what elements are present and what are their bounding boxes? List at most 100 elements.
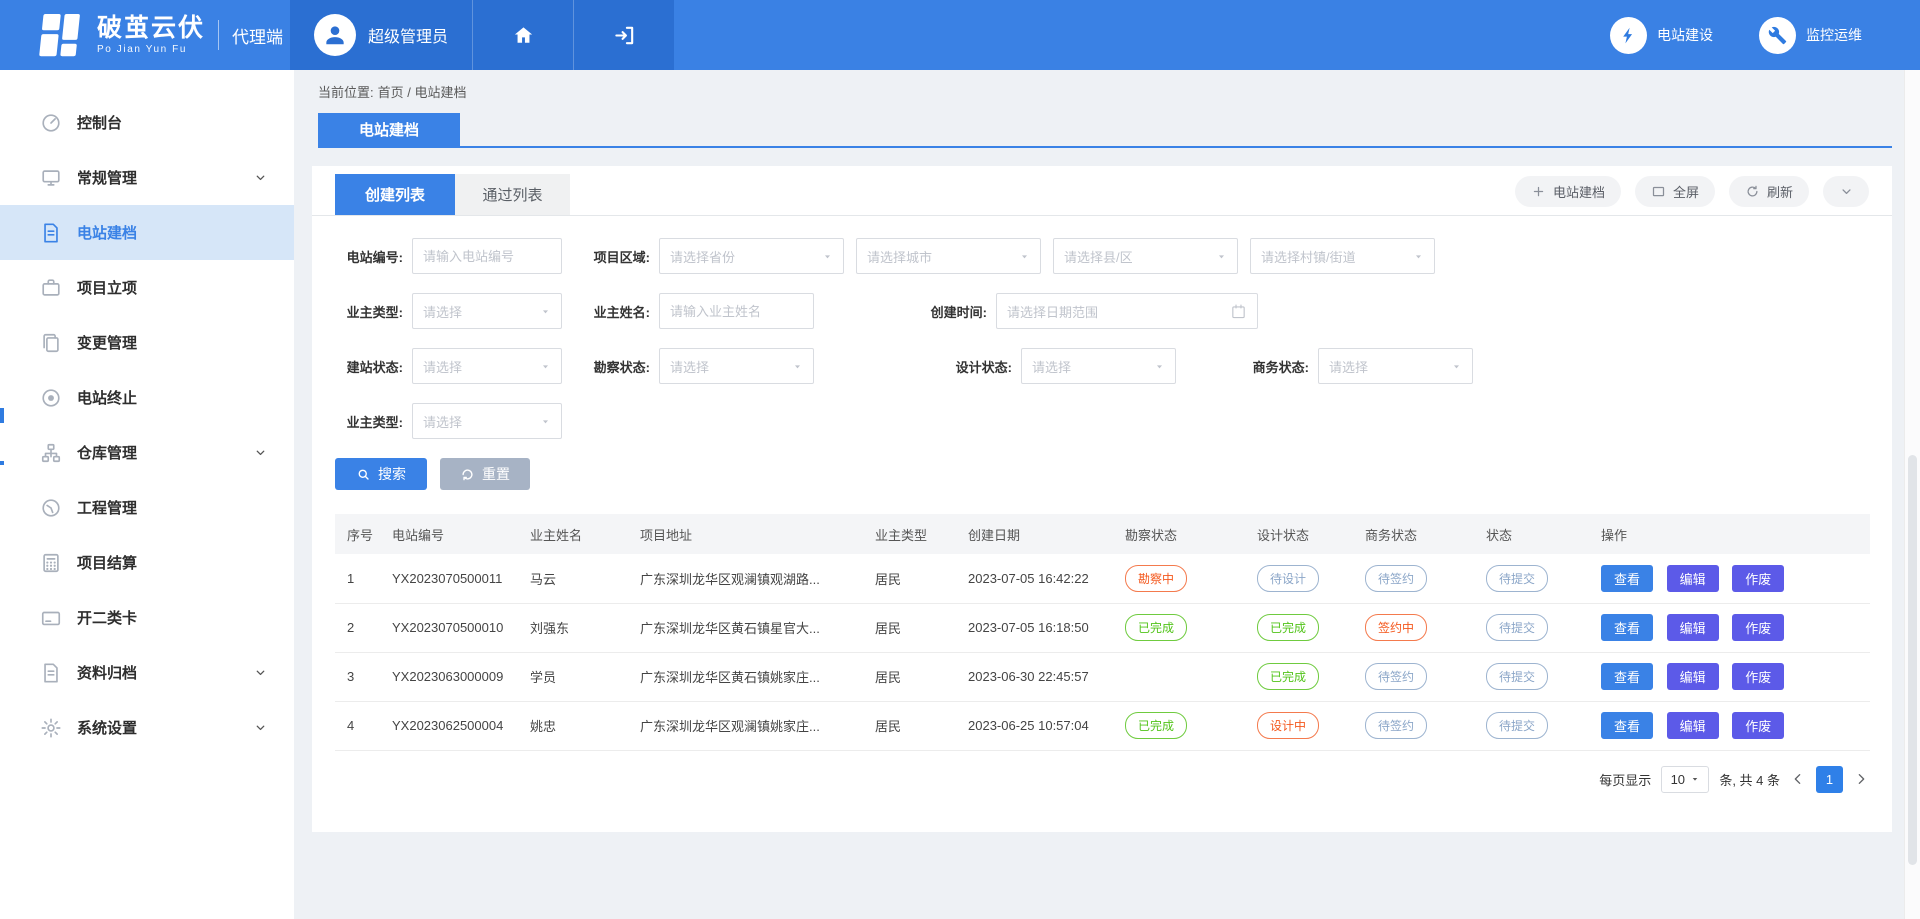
refresh-button[interactable]: 刷新 [1729,176,1809,207]
status-badge: 待设计 [1257,565,1319,592]
document-icon [40,222,62,244]
col-created: 创建日期 [956,514,1113,554]
sidebar-item-change-mgmt[interactable]: 变更管理 [0,315,294,370]
prev-page-button[interactable] [1790,771,1806,787]
caret-down-icon [1154,361,1165,372]
chevron-down-icon [254,666,267,679]
sidebar-item-system-settings[interactable]: 系统设置 [0,700,294,755]
void-button[interactable]: 作废 [1732,712,1784,739]
panel-tab-bar: 创建列表 通过列表 电站建档 全屏 刷新 [312,166,1892,216]
create-station-button[interactable]: 电站建档 [1515,176,1621,207]
monitor-icon [40,167,62,189]
sidebar-item-open-card[interactable]: 开二类卡 [0,590,294,645]
brand: 破茧云伏 Po Jian Yun Fu 代理端 [0,0,290,70]
sidebar-item-warehouse-mgmt[interactable]: 仓库管理 [0,425,294,480]
station-code-input[interactable] [412,238,562,274]
record-circle-icon [40,387,62,409]
design-status-select[interactable]: 请选择 [1021,348,1176,384]
view-button[interactable]: 查看 [1601,565,1653,592]
page-size-select[interactable]: 10 [1661,766,1709,793]
view-button[interactable]: 查看 [1601,663,1653,690]
city-select[interactable]: 请选择城市 [856,238,1041,274]
business-status-select[interactable]: 请选择 [1318,348,1473,384]
total-count-label: 条, 共 4 条 [1719,770,1780,789]
table-row: 3 YX2023063000009 学员 广东深圳龙华区黄石镇姚家庄... 居民… [335,652,1870,701]
collapse-toolbar-button[interactable] [1823,176,1869,207]
tab-create-list[interactable]: 创建列表 [335,174,455,215]
owner-type-select[interactable]: 请选择 [412,293,562,329]
sitemap-icon [40,442,62,464]
col-survey-status: 勘察状态 [1113,514,1245,554]
status-badge: 已完成 [1257,663,1319,690]
reset-button[interactable]: 重置 [440,458,530,490]
edit-button[interactable]: 编辑 [1667,614,1719,641]
sidebar-item-data-archive[interactable]: 资料归档 [0,645,294,700]
vertical-scrollbar[interactable] [1904,70,1920,919]
user-menu[interactable]: 超级管理员 [290,0,472,70]
quick-link-monitor-ops[interactable]: 监控运维 [1759,17,1862,54]
home-button[interactable] [472,0,573,70]
edit-button[interactable]: 编辑 [1667,712,1719,739]
brand-logo-icon [36,13,84,57]
view-button[interactable]: 查看 [1601,614,1653,641]
edit-button[interactable]: 编辑 [1667,565,1719,592]
col-address: 项目地址 [628,514,863,554]
lightning-icon [1610,17,1647,54]
quick-link-station-build[interactable]: 电站建设 [1610,17,1713,54]
caret-down-icon [540,361,551,372]
pagination: 每页显示 10 条, 共 4 条 1 [312,766,1869,793]
scrollbar-thumb[interactable] [1908,455,1917,865]
survey-status-label: 勘察状态: [582,357,650,376]
town-select[interactable]: 请选择村镇/街道 [1250,238,1435,274]
status-badge: 待签约 [1365,712,1427,739]
void-button[interactable]: 作废 [1732,565,1784,592]
table-row: 1 YX2023070500011 马云 广东深圳龙华区观澜镇观湖路... 居民… [335,554,1870,603]
sidebar-item-project-settlement[interactable]: 项目结算 [0,535,294,590]
wrench-icon [1759,17,1796,54]
sidebar-item-general-mgmt[interactable]: 常规管理 [0,150,294,205]
status-badge: 已完成 [1257,614,1319,641]
sidebar-item-station-termination[interactable]: 电站终止 [0,370,294,425]
province-select[interactable]: 请选择省份 [659,238,844,274]
breadcrumb: 当前位置:首页 / 电站建档 [318,82,470,101]
app-header: 破茧云伏 Po Jian Yun Fu 代理端 超级管理员 电站建设 监控运维 [0,0,1920,70]
county-select[interactable]: 请选择县/区 [1053,238,1238,274]
panel-toolbar: 电站建档 全屏 刷新 [1515,176,1869,207]
void-button[interactable]: 作废 [1732,663,1784,690]
status-badge: 待提交 [1486,565,1548,592]
sidebar-item-project-initiation[interactable]: 项目立项 [0,260,294,315]
fullscreen-button[interactable]: 全屏 [1635,176,1715,207]
next-page-button[interactable] [1853,771,1869,787]
sidebar-item-console[interactable]: 控制台 [0,95,294,150]
build-status-select[interactable]: 请选择 [412,348,562,384]
tab-passed-list[interactable]: 通过列表 [455,174,570,215]
owner-name-input[interactable] [659,293,814,329]
logout-button[interactable] [573,0,674,70]
col-owner-type: 业主类型 [863,514,956,554]
edit-button[interactable]: 编辑 [1667,663,1719,690]
search-button[interactable]: 搜索 [335,458,427,490]
brand-title: 破茧云伏 [97,15,205,43]
view-button[interactable]: 查看 [1601,712,1653,739]
col-actions: 操作 [1589,514,1870,554]
sidebar-item-engineering-mgmt[interactable]: 工程管理 [0,480,294,535]
date-range-picker[interactable]: 请选择日期范围 [996,293,1258,329]
page-number-current[interactable]: 1 [1816,766,1843,793]
status-badge: 已完成 [1125,614,1187,641]
plus-icon [1531,184,1546,199]
sidebar: 控制台 常规管理 电站建档 项目立项 变更管理 电站终止 仓库管理 工程管理 项… [0,70,294,919]
chevron-down-icon [254,721,267,734]
void-button[interactable]: 作废 [1732,614,1784,641]
caret-down-icon [1451,361,1462,372]
content-card: 创建列表 通过列表 电站建档 全屏 刷新 [312,166,1892,832]
page-tab-station-archive[interactable]: 电站建档 [318,113,460,146]
survey-status-select[interactable]: 请选择 [659,348,814,384]
search-icon [356,467,371,482]
station-table: 序号 电站编号 业主姓名 项目地址 业主类型 创建日期 勘察状态 设计状态 商务… [335,514,1870,751]
header-quick-links: 电站建设 监控运维 [1610,0,1920,70]
caret-down-icon [822,251,833,262]
sidebar-scroll-indicator [0,461,4,465]
status-badge: 待签约 [1365,565,1427,592]
sidebar-item-station-archive[interactable]: 电站建档 [0,205,294,260]
owner-type2-select[interactable]: 请选择 [412,403,562,439]
